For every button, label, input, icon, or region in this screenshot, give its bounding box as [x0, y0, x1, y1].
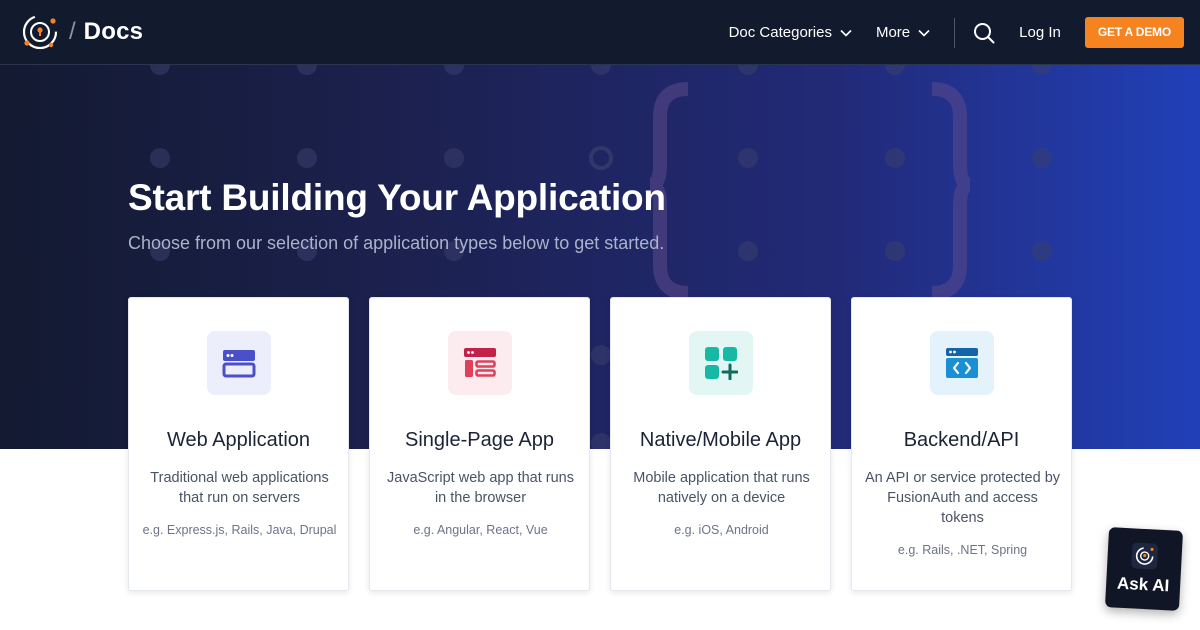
card-examples: e.g. iOS, Android	[674, 523, 769, 537]
nav-divider	[954, 17, 956, 48]
get-a-demo-button[interactable]: GET A DEMO	[1084, 17, 1184, 48]
chevron-down-icon	[918, 29, 930, 37]
more-dropdown[interactable]: More	[876, 24, 930, 41]
ask-ai-button[interactable]: Ask AI	[1104, 527, 1184, 611]
page: / Docs Doc Categories More Log In GET A …	[0, 0, 1200, 630]
card-description: Mobile application that runs natively on…	[633, 470, 810, 506]
card-native-mobile-app[interactable]: Native/Mobile App Mobile application tha…	[610, 297, 831, 591]
card-examples: e.g. Angular, React, Vue	[413, 523, 548, 537]
card-icon-container	[930, 331, 994, 395]
card-icon-container	[448, 331, 512, 395]
more-label: More	[875, 24, 911, 41]
browser-window-icon	[222, 350, 256, 378]
doc-categories-label: Doc Categories	[728, 24, 832, 41]
card-web-application[interactable]: Web Application Traditional web applicat…	[128, 297, 349, 591]
page-layout-icon	[464, 348, 496, 377]
card-examples: e.g. Express.js, Rails, Java, Drupal	[142, 523, 337, 537]
app-grid-plus-icon	[705, 347, 738, 380]
page-subtitle: Choose from our selection of application…	[128, 233, 665, 253]
card-description: JavaScript web app that runs in the brow…	[387, 470, 574, 506]
brand[interactable]: / Docs	[21, 13, 143, 51]
ask-ai-label: Ask AI	[1116, 573, 1170, 596]
card-title: Native/Mobile App	[639, 429, 802, 451]
card-title: Single-Page App	[404, 429, 554, 451]
card-title: Web Application	[166, 429, 311, 451]
search-button[interactable]	[971, 20, 997, 46]
top-nav: / Docs Doc Categories More Log In GET A …	[0, 0, 1200, 65]
ai-assistant-icon	[1131, 542, 1159, 570]
doc-categories-dropdown[interactable]: Doc Categories	[729, 24, 852, 41]
card-title: Backend/API	[903, 429, 1020, 451]
card-description: An API or service protected by FusionAut…	[864, 470, 1061, 526]
code-window-icon	[946, 348, 978, 378]
card-icon-container	[689, 331, 753, 395]
page-title: Start Building Your Application	[128, 177, 666, 218]
brand-separator: /	[69, 18, 76, 45]
card-backend-api[interactable]: Backend/API An API or service protected …	[851, 297, 1072, 591]
nav-actions: Doc Categories More Log In GET A DEMO	[729, 0, 1184, 65]
application-type-cards: Web Application Traditional web applicat…	[128, 297, 1072, 591]
card-examples: e.g. Rails, .NET, Spring	[897, 543, 1028, 557]
card-single-page-app[interactable]: Single-Page App JavaScript web app that …	[369, 297, 590, 591]
card-description: Traditional web applications that run on…	[150, 470, 329, 506]
fusionauth-logo-icon	[22, 14, 58, 50]
search-icon	[974, 22, 995, 43]
card-icon-container	[207, 331, 271, 395]
login-link[interactable]: Log In	[1019, 24, 1061, 41]
chevron-down-icon	[840, 29, 852, 37]
brand-name: Docs	[83, 18, 144, 45]
